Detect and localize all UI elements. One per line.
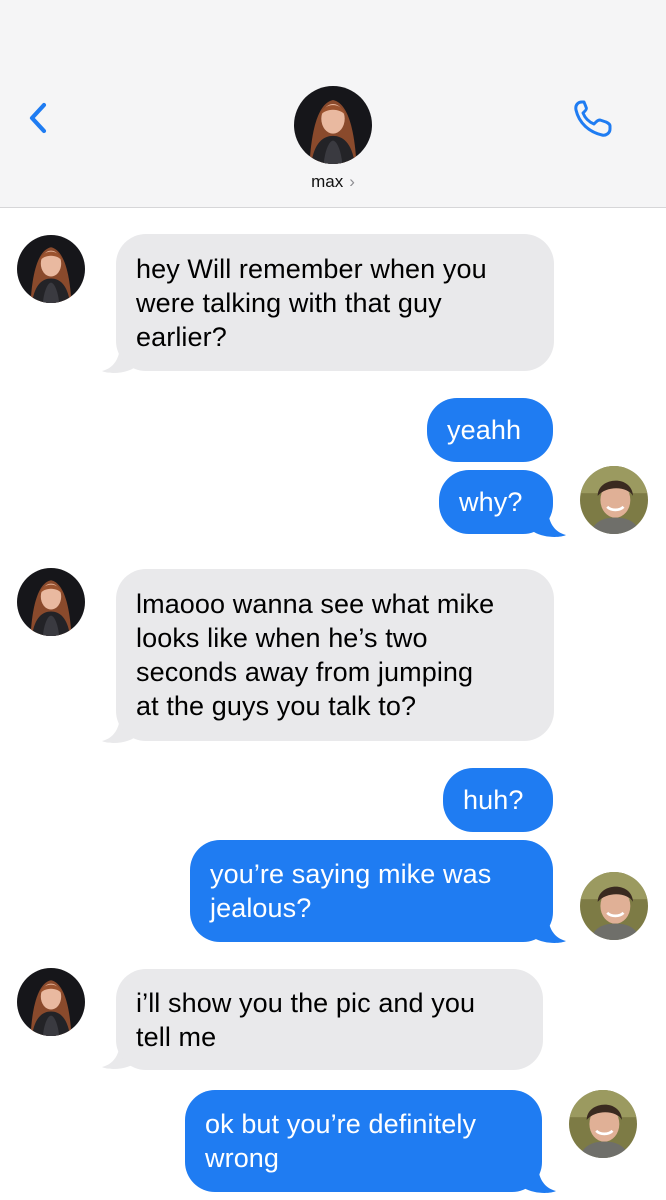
message-text: huh? (463, 785, 524, 815)
message-text: yeahh (447, 415, 522, 445)
back-button[interactable] (22, 96, 56, 140)
sender-avatar (580, 872, 648, 940)
message-text: lmaooo wanna see what mike (136, 589, 495, 619)
sender-avatar (569, 1090, 637, 1158)
contact-avatar-small (17, 568, 85, 636)
message-bubble-outgoing[interactable]: why? (439, 470, 553, 534)
message-text: hey Will remember when you (136, 254, 487, 284)
call-button[interactable] (568, 96, 618, 140)
contact-name-button[interactable]: max › (0, 172, 666, 192)
message-bubble-outgoing[interactable]: ok but you’re definitely wrong (185, 1090, 542, 1192)
message-text: jealous? (210, 893, 312, 923)
message-bubble-incoming[interactable]: lmaooo wanna see what mike looks like wh… (116, 569, 554, 741)
message-bubble-outgoing[interactable]: you’re saying mike was jealous? (190, 840, 553, 942)
message-bubble-incoming[interactable]: hey Will remember when you were talking … (116, 234, 554, 371)
chevron-left-icon (29, 102, 47, 134)
sender-avatar (580, 466, 648, 534)
message-text: looks like when he’s two (136, 623, 428, 653)
message-text: earlier? (136, 322, 227, 352)
contact-avatar[interactable] (294, 86, 372, 164)
message-text: i’ll show you the pic and you (136, 988, 476, 1018)
message-bubble-outgoing[interactable]: yeahh (427, 398, 553, 462)
message-text: why? (459, 487, 523, 517)
message-text: at the guys you talk to? (136, 691, 417, 721)
message-bubble-incoming[interactable]: i’ll show you the pic and you tell me (116, 969, 543, 1070)
contact-avatar-small (17, 235, 85, 303)
message-text: tell me (136, 1022, 217, 1052)
message-text: you’re saying mike was (210, 859, 492, 889)
phone-icon (574, 100, 612, 137)
chevron-right-icon: › (349, 172, 355, 191)
message-text: seconds away from jumping (136, 657, 474, 687)
message-bubble-outgoing[interactable]: huh? (443, 768, 553, 832)
contact-avatar-small (17, 968, 85, 1036)
message-text: ok but you’re definitely (205, 1109, 477, 1139)
conversation-header: max › (0, 0, 666, 208)
message-text: wrong (205, 1143, 280, 1173)
contact-name: max (311, 172, 344, 191)
message-text: were talking with that guy (136, 288, 442, 318)
